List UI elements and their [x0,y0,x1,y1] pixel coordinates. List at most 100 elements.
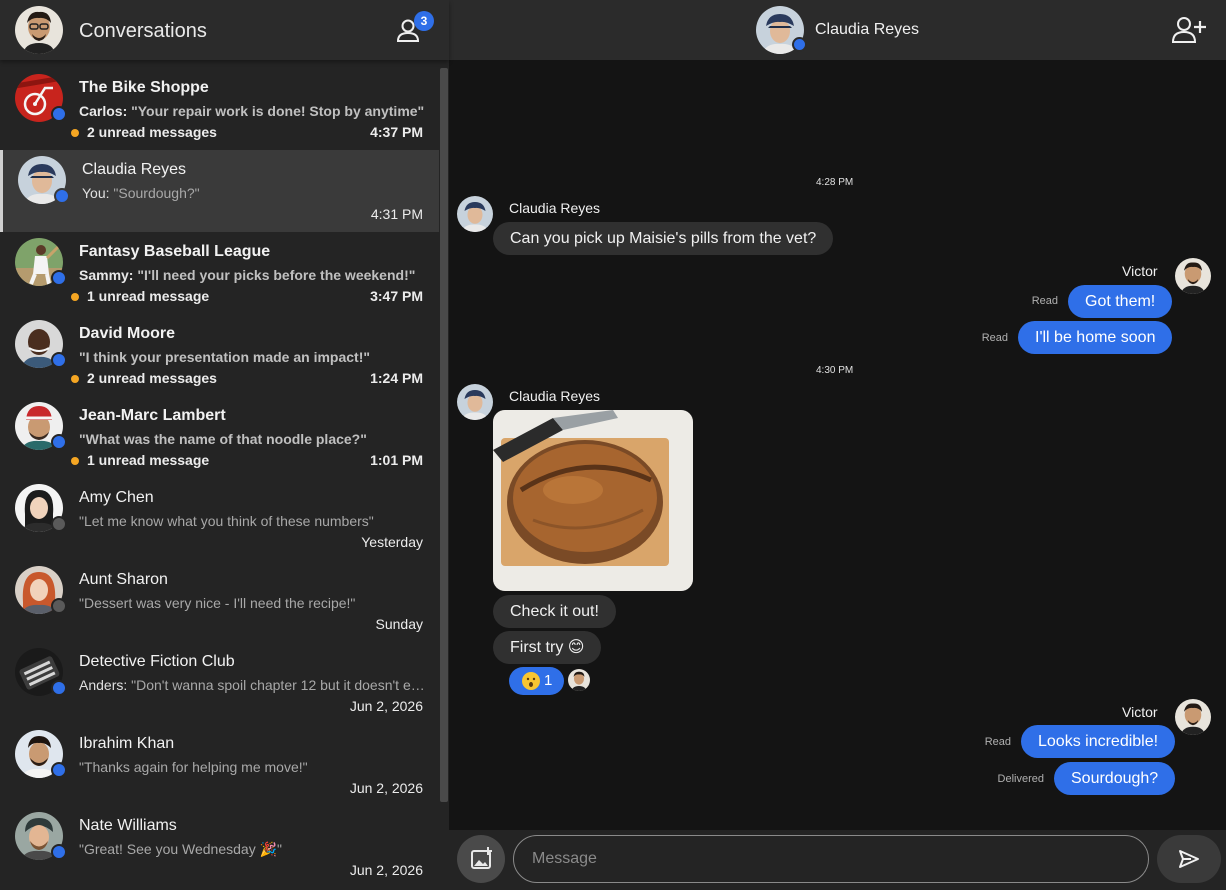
friend-requests-button[interactable]: 3 [394,11,434,48]
sidebar-header: Conversations 3 [0,0,449,60]
unread-dot [71,375,79,383]
incoming-message[interactable]: Check it out! [493,595,616,628]
conversation-preview: "Dessert was very nice - I'll need the r… [79,595,425,611]
unread-dot [71,293,79,301]
conversation-item[interactable]: Detective Fiction Club Anders: "Don't wa… [0,642,439,724]
contact-online-indicator [792,37,807,52]
preview-message: "Great! See you Wednesday 🎉" [79,841,282,857]
unread-count: 1 unread message [71,288,210,304]
outgoing-message[interactable]: Sourdough? [1054,762,1176,795]
conversation-item[interactable]: Jean-Marc Lambert "What was the name of … [0,396,439,478]
send-icon [1179,850,1199,868]
unread-count-text: 1 unread message [87,288,210,304]
conversation-item[interactable]: Aunt Sharon "Dessert was very nice - I'l… [0,560,439,642]
sender-name: Victor [1122,704,1158,720]
conversation-name: Aunt Sharon [79,571,168,588]
preview-message: "Sourdough?" [113,185,200,201]
conversation-name: Nate Williams [79,817,177,834]
conversation-item[interactable]: Fantasy Baseball League Sammy: "I'll nee… [0,232,439,314]
message-input[interactable] [513,835,1149,883]
my-avatar[interactable] [15,6,63,54]
conversation-item[interactable]: Amy Chen "Let me know what you think of … [0,478,439,560]
messenger-app: Conversations 3 The Bike Shoppe Carlos: … [0,0,1226,890]
reaction-count: 1 [544,672,553,689]
unread-count: 2 unread messages [71,370,217,386]
conversation-name: Detective Fiction Club [79,653,235,670]
preview-message: "Dessert was very nice - I'll need the r… [79,595,356,611]
shared-photo[interactable] [493,410,693,591]
conversation-time: Sunday [375,616,423,632]
add-participant-button[interactable] [1171,14,1207,46]
unread-count-text: 1 unread message [87,452,210,468]
conversation-name: Ibrahim Khan [79,735,175,752]
conversation-time: Jun 2, 2026 [349,780,423,796]
online-status-indicator [51,352,67,368]
conversation-preview: "Thanks again for helping me move!" [79,759,425,775]
contact-name: Claudia Reyes [815,21,920,38]
conversation-preview: Anders: "Don't wanna spoil chapter 12 bu… [79,677,425,693]
outgoing-message[interactable]: Got them! [1068,285,1173,318]
preview-message: "I think your presentation made an impac… [79,349,370,365]
preview-message: "Thanks again for helping me move!" [79,759,308,775]
outgoing-message[interactable]: Looks incredible! [1021,725,1176,758]
online-status-indicator [51,762,67,778]
friend-requests-badge: 3 [414,11,434,31]
conversation-preview: "What was the name of that noodle place?… [79,431,425,447]
conversation-name: Amy Chen [79,489,154,506]
conversation-time: Jun 2, 2026 [349,698,423,714]
sender-avatar [1175,258,1211,294]
unread-dot [71,129,79,137]
conversation-preview: "Great! See you Wednesday 🎉" [79,841,425,858]
conversation-item[interactable]: Nate Williams "Great! See you Wednesday … [0,806,439,888]
conversation-list[interactable]: The Bike Shoppe Carlos: "Your repair wor… [0,68,439,890]
conversation-preview: You: "Sourdough?" [82,185,428,201]
conversation-name: Fantasy Baseball League [79,243,271,260]
conversation-preview: "I think your presentation made an impac… [79,349,425,365]
online-status-indicator [54,188,70,204]
conversation-item[interactable]: Ibrahim Khan "Thanks again for helping m… [0,724,439,806]
reactor-avatar [568,669,590,691]
unread-dot [71,457,79,465]
preview-sender: You: [82,185,110,201]
preview-sender: Carlos: [79,103,128,119]
sidebar-scrollbar[interactable] [440,68,448,802]
sender-avatar [457,384,493,420]
online-status-indicator [51,844,67,860]
sender-name: Claudia Reyes [509,388,601,404]
offline-status-indicator [51,516,67,532]
preview-sender: Anders: [79,677,128,693]
unread-count: 1 unread message [71,452,210,468]
sender-avatar [1175,699,1211,735]
preview-message: "Your repair work is done! Stop by anyti… [131,103,425,119]
outgoing-message[interactable]: I'll be home soon [1018,321,1173,354]
timestamp: 4:28 PM [816,177,854,188]
attach-image-button[interactable] [457,835,505,883]
online-status-indicator [51,434,67,450]
user-plus-icon [1171,17,1206,43]
preview-message: "I'll need your picks before the weekend… [137,267,416,283]
conversation-item-active[interactable]: Claudia Reyes You: "Sourdough?" 4:31 PM [0,150,439,232]
conversation-name: The Bike Shoppe [79,79,209,96]
conversation-preview: Carlos: "Your repair work is done! Stop … [79,103,425,119]
conversation-time: Jun 2, 2026 [349,862,423,878]
sender-name: Victor [1122,263,1158,279]
sender-name: Claudia Reyes [509,200,601,216]
message-thread[interactable]: 4:28 PM Claudia Reyes Can you pick up Ma… [449,60,1226,830]
preview-message: "What was the name of that noodle place?… [79,431,367,447]
conversation-time: Yesterday [361,534,423,550]
incoming-message[interactable]: Can you pick up Maisie's pills from the … [493,222,834,255]
conversation-item[interactable]: David Moore "I think your presentation m… [0,314,439,396]
preview-message: "Don't wanna spoil chapter 12 but it doe… [131,677,425,693]
preview-message: "Let me know what you think of these num… [79,513,374,529]
unread-count-text: 2 unread messages [87,124,217,140]
add-photo-icon [471,847,492,869]
conversation-item[interactable]: The Bike Shoppe Carlos: "Your repair wor… [0,68,439,150]
send-button[interactable] [1157,835,1221,883]
incoming-message[interactable]: First try 😊 [493,631,602,664]
conversation-time: 1:24 PM [370,370,423,386]
unread-count: 2 unread messages [71,124,217,140]
sender-avatar [457,196,493,232]
message-reaction[interactable]: 1 [509,667,564,695]
online-status-indicator [51,270,67,286]
read-receipt: Read [1031,295,1058,307]
